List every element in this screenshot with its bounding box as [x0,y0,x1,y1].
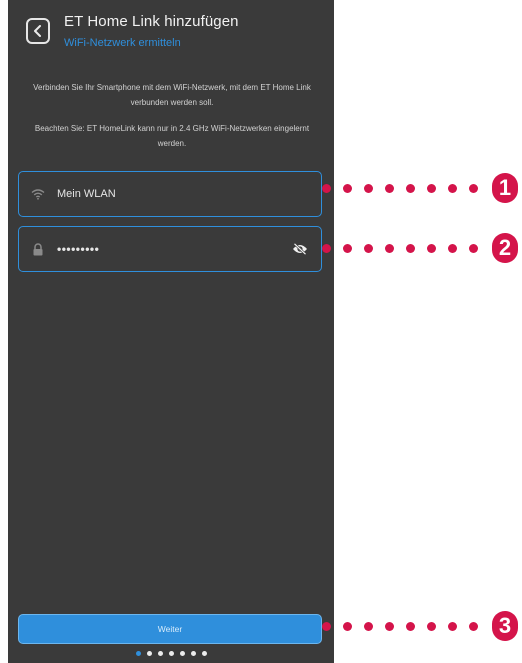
page-title: ET Home Link hinzufügen [64,13,239,30]
callout-dotted-line [322,622,492,632]
wifi-ssid-field[interactable]: Mein WLAN [18,171,322,217]
lock-icon [31,242,45,256]
page-dot [146,651,152,656]
instruction-text: Verbinden Sie Ihr Smartphone mit dem WiF… [33,83,311,107]
wifi-password-value: ••••••••• [57,242,100,256]
back-button[interactable] [26,18,50,44]
eye-off-icon[interactable] [291,242,309,256]
phone-screen: ET Home Link hinzufügen WiFi-Netzwerk er… [8,0,334,663]
page-dot [179,651,185,656]
callout-number-badge: 2 [492,233,518,263]
page-dot [157,651,163,656]
chevron-left-icon [34,25,41,37]
wifi-ssid-value: Mein WLAN [57,188,116,200]
callout-dotted-line [322,244,492,254]
callout-1: 1 [322,169,522,209]
page-subtitle: WiFi-Netzwerk ermitteln [64,37,181,49]
page-dot [190,651,196,656]
band-notice-text: Beachten Sie: ET HomeLink kann nur in 2.… [34,124,310,148]
callout-number-badge: 3 [492,611,518,641]
callout-dotted-line [322,184,492,194]
callout-2: 2 [322,229,522,269]
page-dot [168,651,174,656]
page-dot-active [135,651,141,656]
wifi-icon [31,187,45,201]
next-button[interactable]: Weiter [18,614,322,644]
callout-3: 3 [322,607,522,647]
wifi-password-field[interactable]: ••••••••• [18,226,322,272]
screenshot-canvas: ET Home Link hinzufügen WiFi-Netzwerk er… [0,0,522,663]
page-indicator [8,651,334,656]
page-dot [201,651,207,656]
callout-number-badge: 1 [492,173,518,203]
